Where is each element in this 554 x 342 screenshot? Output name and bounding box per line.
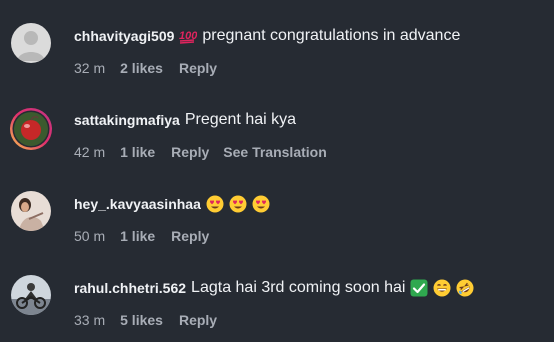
comment-time: 42 m — [74, 144, 106, 160]
reply-button[interactable]: Reply — [171, 227, 209, 245]
comment-text: Pregent hai kya — [184, 111, 297, 128]
comment-time: 33 m — [74, 312, 106, 328]
profile-photo-icon — [11, 191, 51, 231]
avatar[interactable] — [11, 23, 51, 63]
hundred-points-emoji-icon: 100 — [179, 27, 197, 45]
likes-count[interactable]: 2 likes — [120, 59, 163, 77]
comment-time: 50 m — [74, 228, 106, 244]
comment-item: rahul.chhetri.562 Lagta hai 3rd coming s… — [0, 252, 554, 336]
comment-meta: 50 m 1 like Reply — [74, 227, 223, 245]
comment-username[interactable]: sattakingmafiya — [74, 110, 180, 130]
reply-button[interactable]: Reply — [179, 311, 217, 329]
heart-eyes-emoji-icon — [252, 195, 270, 213]
reply-button[interactable]: Reply — [179, 59, 217, 77]
see-translation-button[interactable]: See Translation — [223, 143, 326, 161]
comment-line: chhavityagi509 100 pregnant congratulati… — [74, 26, 460, 46]
comment-line: hey_.kavyaasinhaa — [74, 194, 270, 214]
comment-meta: 32 m 2 likes Reply — [74, 59, 231, 77]
default-avatar-icon — [11, 23, 51, 63]
reply-button[interactable]: Reply — [171, 143, 209, 161]
heart-eyes-emoji-icon — [229, 195, 247, 213]
comment-item: hey_.kavyaasinhaa 50 m 1 like Reply — [0, 168, 554, 252]
comment-item: sattakingmafiya Pregent hai kya 42 m 1 l… — [0, 84, 554, 168]
comment-line: rahul.chhetri.562 Lagta hai 3rd coming s… — [74, 278, 474, 298]
comment-meta: 33 m 5 likes Reply — [74, 311, 231, 329]
profile-photo-icon — [11, 275, 51, 315]
likes-count[interactable]: 1 like — [120, 143, 155, 161]
comment-item: chhavityagi509 100 pregnant congratulati… — [0, 0, 554, 84]
avatar[interactable] — [9, 107, 53, 151]
comment-meta: 42 m 1 like Reply See Translation — [74, 143, 327, 161]
comment-time: 32 m — [74, 60, 106, 76]
heart-eyes-emoji-icon — [206, 195, 224, 213]
comment-username[interactable]: rahul.chhetri.562 — [74, 278, 186, 298]
avatar[interactable] — [11, 275, 51, 315]
profile-photo-icon — [10, 108, 52, 150]
comment-username[interactable]: hey_.kavyaasinhaa — [74, 194, 201, 214]
grinning-emoji-icon — [433, 279, 451, 297]
avatar[interactable] — [11, 191, 51, 231]
likes-count[interactable]: 5 likes — [120, 311, 163, 329]
comment-line: sattakingmafiya Pregent hai kya — [74, 110, 296, 130]
comment-username[interactable]: chhavityagi509 — [74, 26, 174, 46]
comment-text: Lagta hai 3rd coming soon hai — [191, 279, 406, 296]
likes-count[interactable]: 1 like — [120, 227, 155, 245]
check-mark-emoji-icon — [410, 279, 428, 297]
comment-text: pregnant congratulations in advance — [202, 27, 461, 44]
rofl-emoji-icon — [456, 279, 474, 297]
